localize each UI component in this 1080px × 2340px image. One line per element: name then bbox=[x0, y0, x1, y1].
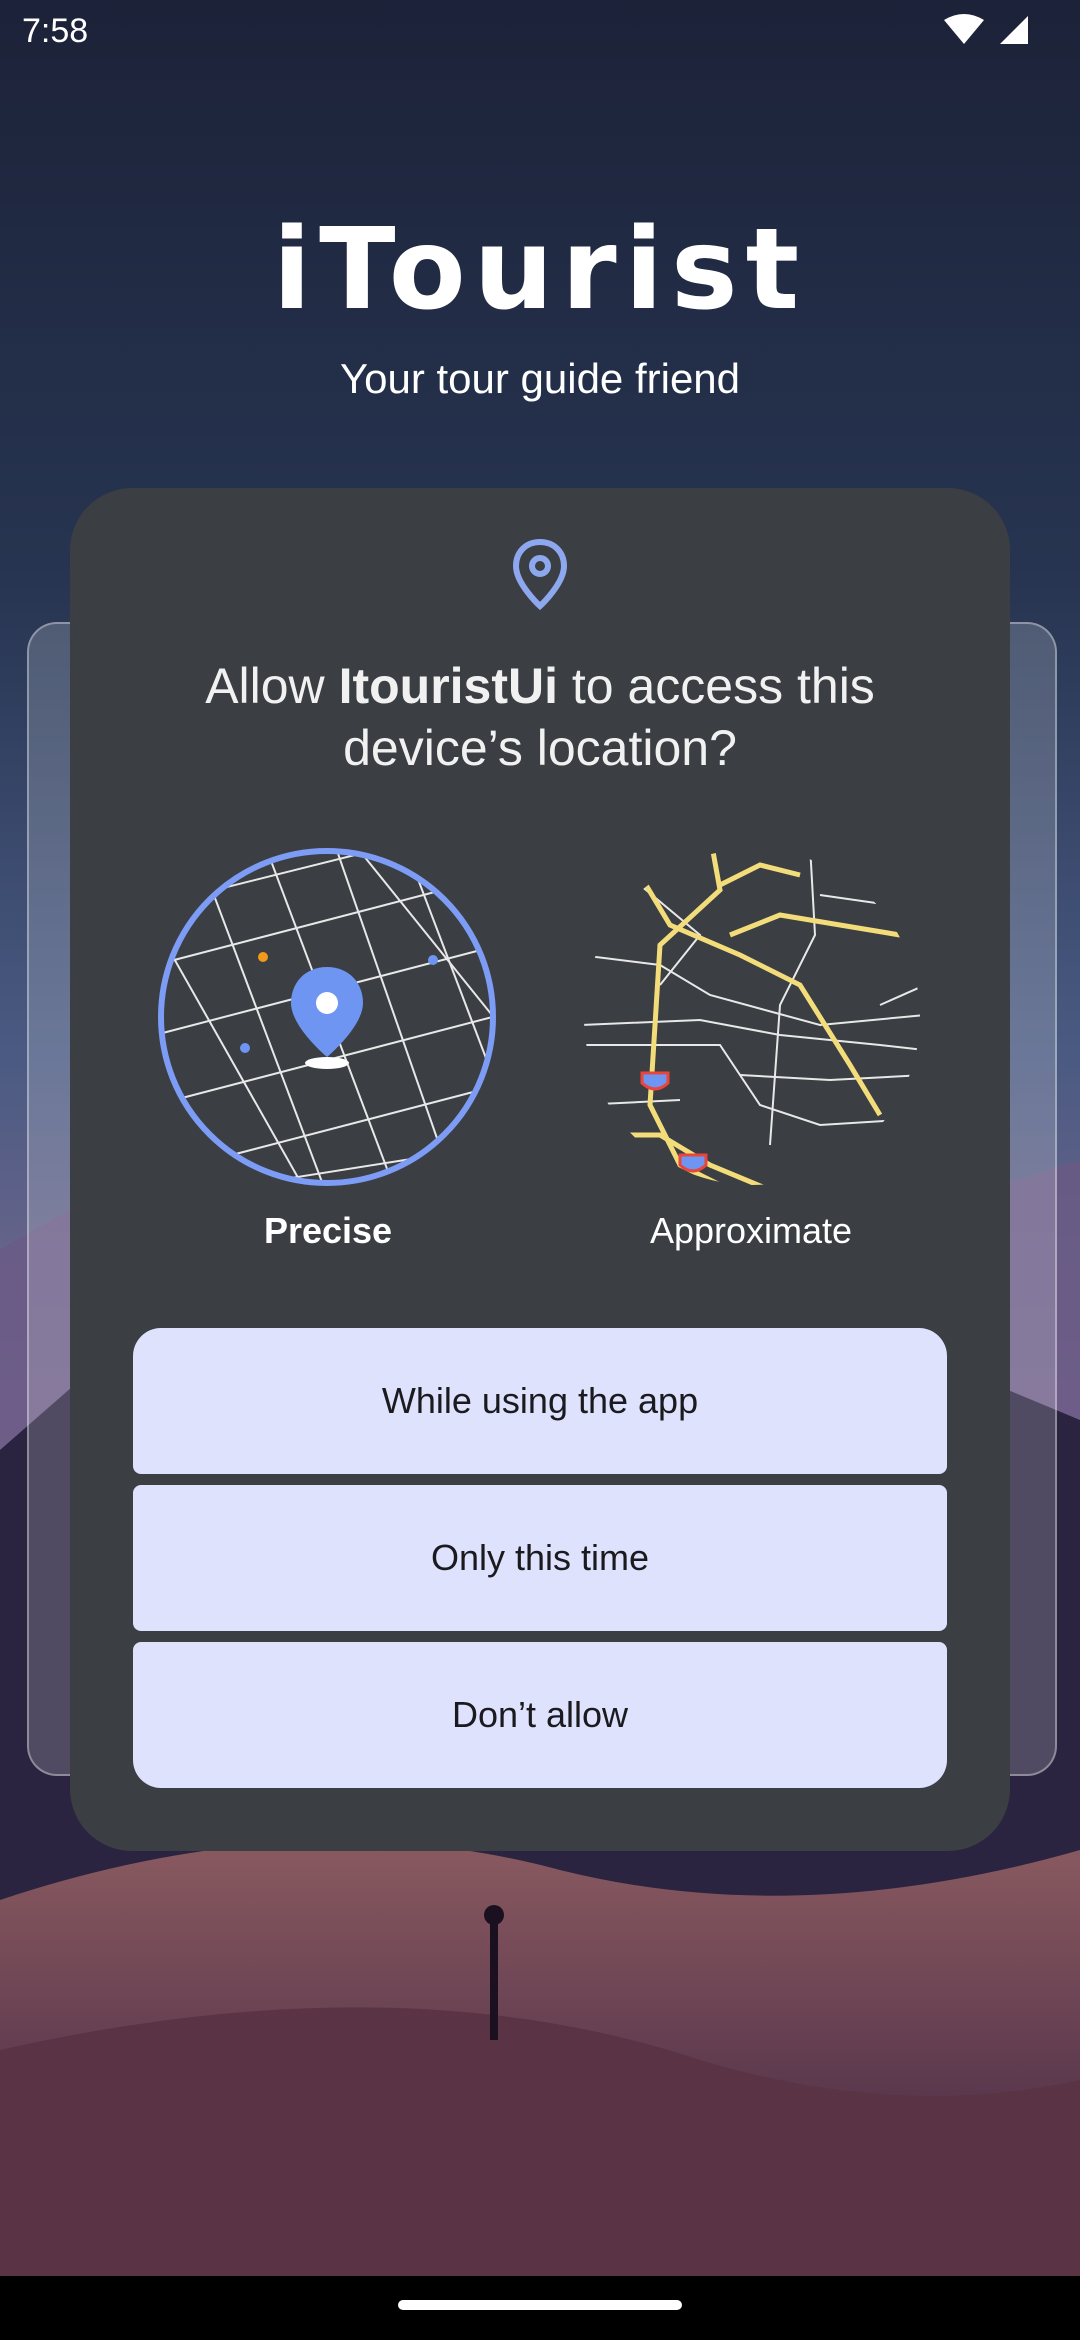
app-title: iTourist bbox=[272, 205, 808, 335]
dialog-app-name: ItouristUi bbox=[338, 658, 558, 714]
while-using-app-button[interactable]: While using the app bbox=[133, 1328, 947, 1474]
home-gesture-handle[interactable] bbox=[398, 2300, 682, 2310]
dont-allow-button[interactable]: Don’t allow bbox=[133, 1642, 947, 1788]
dialog-title: Allow ItouristUi to access this device’s… bbox=[120, 655, 960, 779]
signal-icon bbox=[1000, 16, 1028, 44]
status-icons bbox=[944, 14, 1030, 46]
approximate-option-label[interactable]: Approximate bbox=[601, 1210, 901, 1252]
app-subtitle: Your tour guide friend bbox=[339, 355, 741, 402]
wifi-icon bbox=[944, 14, 984, 44]
precise-map-icon[interactable] bbox=[155, 845, 500, 1190]
approximate-map-icon[interactable] bbox=[580, 845, 925, 1190]
precise-option-label[interactable]: Precise bbox=[178, 1210, 478, 1252]
status-time: 7:58 bbox=[22, 12, 89, 50]
status-bar: 7:58 bbox=[0, 0, 1080, 64]
only-this-time-button[interactable]: Only this time bbox=[133, 1485, 947, 1631]
location-pin-icon bbox=[512, 538, 568, 610]
dialog-title-prefix: Allow bbox=[205, 658, 339, 714]
